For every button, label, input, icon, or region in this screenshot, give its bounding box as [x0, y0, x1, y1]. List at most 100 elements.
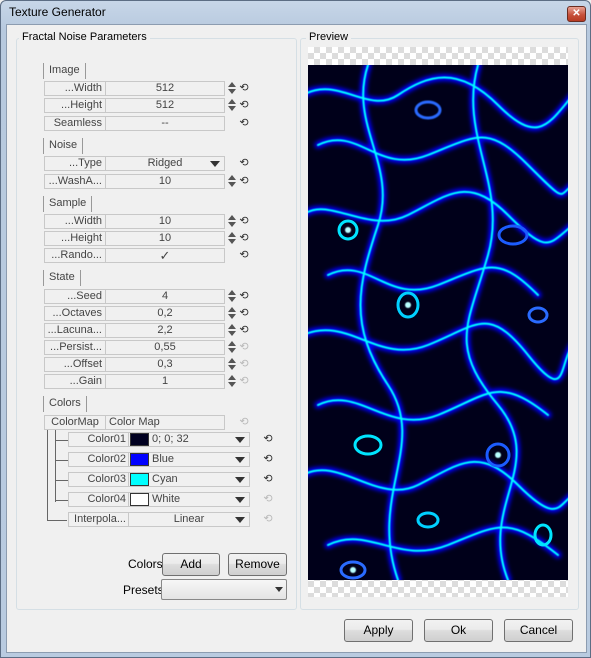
image-height-spin-icon[interactable] [228, 99, 237, 112]
tree-line [47, 520, 67, 521]
image-height-value[interactable]: 512 [105, 98, 225, 113]
state-lacuna-value[interactable]: 2,2 [105, 323, 225, 338]
state-gain-value[interactable]: 1 [105, 374, 225, 389]
state-seed-spin-icon[interactable] [228, 290, 237, 303]
color04-reset-icon: ⟲ [263, 493, 273, 505]
state-offset-reset-icon: ⟲ [239, 358, 249, 370]
tree-line [55, 500, 68, 501]
ok-button[interactable]: Ok [424, 619, 493, 642]
sample-height-value[interactable]: 10 [105, 231, 225, 246]
tree-line [55, 440, 68, 441]
sample-width-label: ...Width [44, 214, 106, 229]
state-offset-spin-icon[interactable] [228, 358, 237, 371]
preview-group-title: Preview [306, 31, 352, 43]
state-lacuna-reset-icon[interactable]: ⟲ [238, 324, 250, 337]
image-height-label: ...Height [44, 98, 106, 113]
chevron-down-icon[interactable] [210, 161, 220, 167]
chevron-down-icon[interactable] [235, 517, 245, 523]
close-button[interactable]: ✕ [567, 6, 586, 22]
sample-rando-checkbox[interactable]: ✓ [105, 248, 225, 263]
noise-washa-reset-icon[interactable]: ⟲ [238, 175, 250, 188]
state-offset-value[interactable]: 0,3 [105, 357, 225, 372]
color04-swatch [130, 493, 149, 506]
color02-reset-icon[interactable]: ⟲ [262, 453, 274, 466]
sample-height-spin-icon[interactable] [228, 232, 237, 245]
interpolation-value: Linear [173, 513, 205, 525]
state-octaves-reset-icon[interactable]: ⟲ [238, 307, 250, 320]
colormap-reset-icon: ⟲ [239, 416, 249, 428]
tree-line [47, 430, 48, 520]
noise-type-reset-icon[interactable]: ⟲ [238, 157, 250, 170]
color02-label: Color02 [68, 452, 130, 467]
image-width-spin-icon[interactable] [228, 82, 237, 95]
image-width-label: ...Width [44, 81, 106, 96]
noise-washa-value[interactable]: 10 [105, 174, 225, 189]
state-offset-label: ...Offset [44, 357, 106, 372]
state-persist-spin-icon[interactable] [228, 341, 237, 354]
section-state[interactable]: State [43, 270, 81, 286]
interpolation-dropdown[interactable]: Linear [128, 512, 250, 527]
noise-type-dropdown[interactable]: Ridged [105, 156, 225, 171]
colormap-label: ColorMap [44, 415, 106, 430]
interpolation-label: Interpola... [68, 512, 130, 527]
colors-buttons-label: Colors [128, 557, 163, 571]
color03-swatch [130, 473, 149, 486]
tree-line [55, 460, 68, 461]
color02-value-field[interactable]: Blue [128, 452, 250, 467]
image-width-reset-icon[interactable]: ⟲ [238, 82, 250, 95]
state-seed-value[interactable]: 4 [105, 289, 225, 304]
sample-width-value[interactable]: 10 [105, 214, 225, 229]
state-persist-label: ...Persist... [44, 340, 106, 355]
state-gain-label: ...Gain [44, 374, 106, 389]
color04-label: Color04 [68, 492, 130, 507]
color01-value-field[interactable]: 0; 0; 32 [128, 432, 250, 447]
sample-rando-label: ...Rando... [44, 248, 106, 263]
sample-width-spin-icon[interactable] [228, 215, 237, 228]
chevron-down-icon[interactable] [235, 457, 245, 463]
state-seed-label: ...Seed [44, 289, 106, 304]
image-width-value[interactable]: 512 [105, 81, 225, 96]
title-bar[interactable]: Texture Generator ✕ [1, 1, 590, 23]
state-persist-reset-icon: ⟲ [239, 341, 249, 353]
image-seamless-label: Seamless [44, 116, 106, 131]
noise-washa-spin-icon[interactable] [228, 175, 237, 188]
presets-label: Presets [123, 583, 164, 597]
color04-value-field[interactable]: White [128, 492, 250, 507]
sample-rando-reset-icon[interactable]: ⟲ [238, 249, 250, 262]
cancel-button[interactable]: Cancel [504, 619, 573, 642]
state-octaves-spin-icon[interactable] [228, 307, 237, 320]
color03-value: Cyan [152, 473, 178, 485]
color03-reset-icon[interactable]: ⟲ [262, 473, 274, 486]
image-seamless-reset-icon[interactable]: ⟲ [238, 117, 250, 130]
remove-color-button[interactable]: Remove [228, 553, 287, 576]
texture-preview-image [299, 61, 577, 584]
state-seed-reset-icon[interactable]: ⟲ [238, 290, 250, 303]
section-noise[interactable]: Noise [43, 138, 84, 154]
state-lacuna-spin-icon[interactable] [228, 324, 237, 337]
color02-value: Blue [152, 453, 175, 465]
colormap-value[interactable]: Color Map [105, 415, 225, 430]
section-colors[interactable]: Colors [43, 396, 87, 412]
chevron-down-icon[interactable] [235, 477, 245, 483]
state-octaves-label: ...Octaves [44, 306, 106, 321]
state-octaves-value[interactable]: 0,2 [105, 306, 225, 321]
color03-value-field[interactable]: Cyan [128, 472, 250, 487]
state-gain-spin-icon[interactable] [228, 375, 237, 388]
presets-dropdown[interactable] [161, 579, 287, 600]
chevron-down-icon[interactable] [235, 437, 245, 443]
state-gain-reset-icon: ⟲ [239, 375, 249, 387]
color01-reset-icon[interactable]: ⟲ [262, 433, 274, 446]
sample-height-reset-icon[interactable]: ⟲ [238, 232, 250, 245]
image-height-reset-icon[interactable]: ⟲ [238, 99, 250, 112]
state-persist-value[interactable]: 0,55 [105, 340, 225, 355]
section-sample[interactable]: Sample [43, 196, 93, 212]
color01-swatch [130, 433, 149, 446]
chevron-down-icon[interactable] [275, 587, 283, 592]
noise-type-value: Ridged [147, 157, 183, 169]
apply-button[interactable]: Apply [344, 619, 413, 642]
chevron-down-icon[interactable] [235, 497, 245, 503]
add-color-button[interactable]: Add [162, 553, 220, 576]
image-seamless-value[interactable]: -- [105, 116, 225, 131]
section-image[interactable]: Image [43, 63, 86, 79]
sample-width-reset-icon[interactable]: ⟲ [238, 215, 250, 228]
